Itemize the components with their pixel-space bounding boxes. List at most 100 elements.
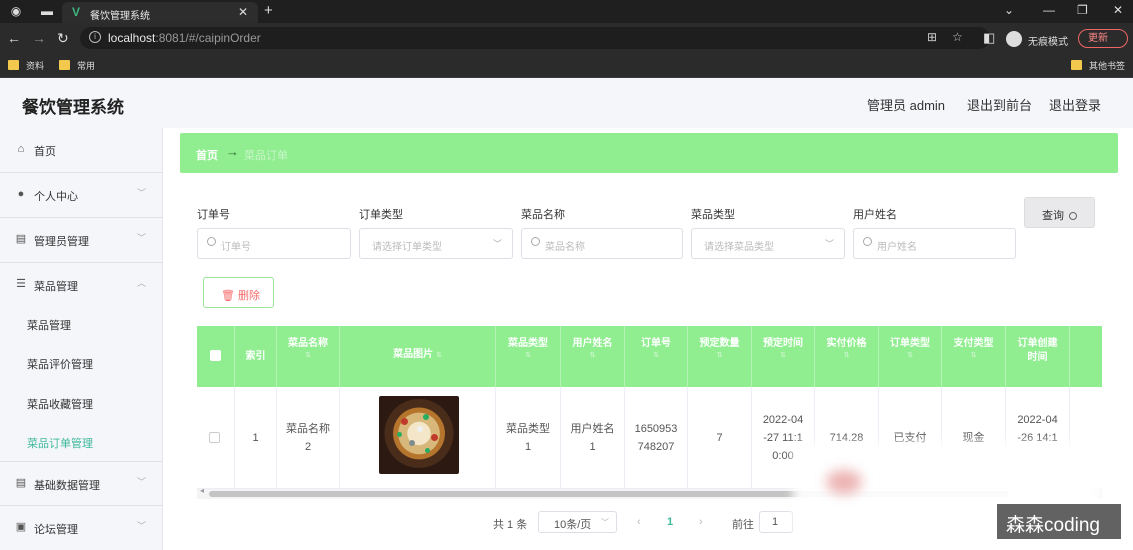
- col-created[interactable]: 订单创建 时间: [1006, 326, 1070, 387]
- goto-page-input[interactable]: 1: [759, 511, 793, 533]
- sidebar-item-home[interactable]: ⌂ 首页: [0, 128, 163, 173]
- sort-icon[interactable]: ⇅: [436, 352, 442, 359]
- reload-icon[interactable]: ↻: [57, 30, 69, 47]
- col-quantity[interactable]: 预定数量 ⇅: [688, 326, 752, 387]
- col-book-time[interactable]: 预定时间 ⇅: [752, 326, 815, 387]
- update-button[interactable]: 更新: [1078, 29, 1128, 48]
- page-size-select[interactable]: 10条/页 ﹀: [538, 511, 617, 533]
- sort-icon[interactable]: ⇅: [942, 351, 1005, 360]
- blur-overlay-spot: [826, 470, 862, 494]
- logout-link[interactable]: 退出登录: [1049, 95, 1101, 114]
- placeholder: 请选择订单类型: [372, 242, 442, 253]
- maximize-icon[interactable]: ❐: [1077, 3, 1088, 17]
- current-user: 管理员 admin: [867, 98, 946, 113]
- translate-icon[interactable]: ⊞: [927, 30, 937, 44]
- select-all-checkbox[interactable]: [210, 350, 221, 361]
- sidebar-item-label: 菜品管理: [34, 281, 78, 293]
- breadcrumb-current: 菜品订单: [244, 150, 288, 162]
- breadcrumb: 首页 → 菜品订单: [180, 133, 1118, 173]
- col-dish-name[interactable]: 菜品名称 ⇅: [277, 326, 340, 387]
- other-bookmarks[interactable]: 其他书签: [1071, 59, 1125, 72]
- order-type-select[interactable]: 请选择订单类型 ﹀: [359, 228, 513, 259]
- breadcrumb-home[interactable]: 首页: [196, 147, 218, 163]
- browser-tab[interactable]: V 餐饮管理系统 ✕: [62, 2, 258, 23]
- cell-user-name: 用户姓名 1: [561, 387, 625, 489]
- next-page-icon[interactable]: ›: [699, 516, 703, 528]
- scroll-left-icon[interactable]: ◂: [200, 486, 204, 495]
- user-name-input[interactable]: 用户姓名: [853, 228, 1016, 259]
- cell-order-no: 1650953 748207: [625, 387, 688, 489]
- bookmark-folder[interactable]: 资料: [8, 59, 44, 72]
- col-pay-type[interactable]: 支付类型 ⇅: [942, 326, 1006, 387]
- close-window-icon[interactable]: ✕: [1113, 3, 1123, 17]
- user-name-label: 用户姓名: [853, 209, 897, 221]
- app-header: 餐饮管理系统 管理员 admin 退出到前台 退出登录: [0, 78, 1133, 128]
- sort-icon[interactable]: ⇅: [496, 351, 560, 360]
- dish-name-input[interactable]: 菜品名称: [521, 228, 683, 259]
- cell-quantity: 7: [688, 387, 752, 489]
- dish-image[interactable]: [379, 396, 459, 474]
- sort-icon[interactable]: ⇅: [815, 351, 878, 360]
- sidebar-item-profile[interactable]: ● 个人中心 ﹀: [0, 173, 163, 218]
- col-price[interactable]: 实付价格 ⇅: [815, 326, 879, 387]
- row-checkbox[interactable]: [209, 432, 220, 443]
- cell-dish-type: 菜品类型 1: [496, 387, 561, 489]
- chevron-down-icon: ﹀: [137, 477, 147, 487]
- col-order-no[interactable]: 订单号 ⇅: [625, 326, 688, 387]
- order-no-label: 订单号: [197, 209, 230, 221]
- col-dish-image[interactable]: 菜品图片 ⇅: [340, 326, 496, 387]
- clipboard-icon: ▤: [15, 233, 27, 245]
- sidebar-item-label: 基础数据管理: [34, 480, 100, 492]
- clipboard-icon: ▤: [15, 477, 27, 489]
- close-tab-icon[interactable]: ✕: [238, 5, 248, 19]
- chevron-down-icon[interactable]: ⌄: [1004, 3, 1014, 17]
- query-button[interactable]: 查询: [1024, 197, 1095, 228]
- col-dish-type[interactable]: 菜品类型 ⇅: [496, 326, 561, 387]
- delete-button[interactable]: 🗑 删除: [203, 277, 274, 308]
- sidebar-subitem-orders[interactable]: 菜品订单管理: [27, 435, 93, 451]
- sidebar-item-dishes[interactable]: ☰ 菜品管理 ︿: [0, 263, 163, 308]
- sidebar-item-basedata[interactable]: ▤ 基础数据管理 ﹀: [0, 461, 163, 506]
- sidebar-subitem-favorites[interactable]: 菜品收藏管理: [27, 396, 93, 412]
- dish-type-select[interactable]: 请选择菜品类型 ﹀: [691, 228, 845, 259]
- info-icon[interactable]: i: [89, 31, 101, 43]
- sort-icon[interactable]: ⇅: [879, 351, 941, 360]
- exit-to-front-link[interactable]: 退出到前台: [967, 95, 1032, 114]
- new-tab-icon[interactable]: +: [264, 2, 273, 19]
- globe-icon[interactable]: ◉: [9, 4, 23, 18]
- col-index[interactable]: 索引: [235, 326, 277, 387]
- prev-page-icon[interactable]: ‹: [637, 516, 641, 528]
- folder-icon: [1071, 60, 1082, 70]
- order-no-input[interactable]: 订单号: [197, 228, 351, 259]
- forward-icon[interactable]: →: [32, 30, 46, 46]
- order-type-label: 订单类型: [359, 209, 403, 221]
- sort-icon[interactable]: ⇅: [752, 351, 814, 360]
- url-field[interactable]: i localhost:8081/#/caipinOrder ⊞ ☆: [80, 27, 990, 49]
- chevron-down-icon: ﹀: [137, 521, 147, 531]
- sidebar-subitem-dishes[interactable]: 菜品管理: [27, 317, 71, 333]
- minimize-icon[interactable]: —: [1043, 3, 1055, 17]
- chevron-down-icon: ﹀: [601, 518, 609, 527]
- col-user-name[interactable]: 用户姓名 ⇅: [561, 326, 625, 387]
- sidebar-item-admin[interactable]: ▤ 管理员管理 ﹀: [0, 218, 163, 263]
- col-order-type[interactable]: 订单类型 ⇅: [879, 326, 942, 387]
- sidebar-item-forum[interactable]: ▣ 论坛管理 ﹀: [0, 506, 163, 550]
- url-path: :8081/#/caipinOrder: [155, 31, 261, 45]
- browser-tab-bar: ◉ ▬ V 餐饮管理系统 ✕ + ⌄ — ❐ ✕: [0, 0, 1133, 23]
- dish-name-label: 菜品名称: [521, 209, 565, 221]
- search-icon: [1069, 212, 1077, 220]
- incognito-label: 无痕模式: [1028, 37, 1068, 48]
- bookmark-folder[interactable]: 常用: [59, 59, 95, 72]
- back-icon[interactable]: ←: [7, 30, 21, 46]
- sort-icon[interactable]: ⇅: [277, 351, 339, 360]
- star-icon[interactable]: ☆: [952, 30, 963, 44]
- sidepanel-icon[interactable]: ◧: [983, 30, 995, 46]
- placeholder: 用户姓名: [877, 242, 917, 253]
- page-number-current[interactable]: 1: [667, 516, 673, 528]
- sort-icon[interactable]: ⇅: [625, 351, 687, 360]
- tab-overview-icon[interactable]: ▬: [40, 4, 54, 18]
- watermark: 森森coding: [997, 504, 1121, 539]
- sidebar-subitem-reviews[interactable]: 菜品评价管理: [27, 356, 93, 372]
- sort-icon[interactable]: ⇅: [688, 351, 751, 360]
- sort-icon[interactable]: ⇅: [561, 351, 624, 360]
